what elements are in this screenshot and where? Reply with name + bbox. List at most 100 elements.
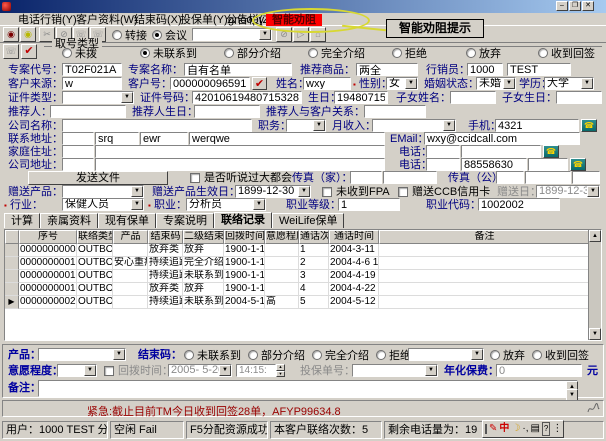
company-input[interactable] xyxy=(62,119,252,132)
referrer-input[interactable] xyxy=(50,105,126,118)
menu-item-gnoopy[interactable]: gnoopy xyxy=(224,14,268,26)
addr-field-3[interactable] xyxy=(189,132,385,145)
endcode-option-1[interactable]: 部分介绍 xyxy=(248,348,305,361)
endcode-option-4[interactable]: 放弃 xyxy=(490,348,525,361)
cancel-icon[interactable]: ⊘ xyxy=(276,27,292,42)
dial-option-0[interactable]: 未拨 xyxy=(62,46,97,59)
id-no-input[interactable] xyxy=(192,91,302,104)
office-phone-ext-input[interactable] xyxy=(528,158,568,171)
ime-cn-indicator[interactable]: 中 xyxy=(499,423,509,435)
column-header[interactable]: 通话时间 xyxy=(329,230,379,244)
gift-date-select[interactable]: 1899-12-30▼ xyxy=(235,185,311,198)
marriage-select[interactable]: 未婚▼ xyxy=(476,77,516,90)
addr-field-2[interactable] xyxy=(140,132,188,145)
tab-weilife[interactable]: WeiLife保单 xyxy=(272,213,344,228)
row-selector[interactable] xyxy=(5,270,19,283)
tab-contact-records[interactable]: 联络记录 xyxy=(214,212,272,228)
dial-option-2[interactable]: 部分介绍 xyxy=(224,46,281,59)
vertical-scrollbar[interactable]: ▲ ▼ xyxy=(588,230,601,340)
scroll-down-icon[interactable]: ▼ xyxy=(589,328,601,340)
product-input[interactable] xyxy=(356,63,418,76)
mobile-input[interactable] xyxy=(495,119,579,132)
dial-home-phone-icon[interactable]: ☎ xyxy=(543,145,559,158)
send-file-button[interactable]: 发送文件 xyxy=(28,171,168,185)
endcode-option-0[interactable]: 未联系到 xyxy=(184,348,241,361)
tab-calc[interactable]: 计算 xyxy=(4,213,40,228)
child-name-input[interactable] xyxy=(450,91,496,104)
column-header[interactable]: 备注 xyxy=(379,230,590,244)
premium-input[interactable] xyxy=(496,364,582,377)
column-header[interactable]: 通话次数 xyxy=(299,230,329,244)
remark-input[interactable] xyxy=(38,380,578,397)
column-header[interactable]: 产品 xyxy=(113,230,148,244)
column-header[interactable]: 回拨时间 xyxy=(224,230,265,244)
fax-office-input[interactable] xyxy=(525,171,571,184)
column-header[interactable]: 联络类型 xyxy=(77,230,113,244)
selected-row-arrow[interactable]: ▶ xyxy=(5,296,19,309)
fax-home-area-input[interactable] xyxy=(350,171,382,184)
dial-office-phone-icon[interactable]: ☎ xyxy=(570,158,586,171)
cust-no-input[interactable] xyxy=(170,77,250,90)
birth-input[interactable] xyxy=(334,91,388,104)
dial-option-5[interactable]: 放弃 xyxy=(466,46,501,59)
help-icon[interactable]: ? xyxy=(542,422,550,436)
column-header[interactable]: 二级结束码 xyxy=(183,230,224,244)
ime-logo-icon[interactable] xyxy=(485,424,487,434)
tab-project-desc[interactable]: 专案说明 xyxy=(156,213,214,228)
fax-office-ext-input[interactable] xyxy=(572,171,600,184)
endcode-option-3[interactable]: 拒绝 xyxy=(376,348,411,361)
pen-icon[interactable]: ✎ xyxy=(489,423,497,435)
row-selector[interactable] xyxy=(5,244,19,257)
grip-icon[interactable]: ⋮ xyxy=(552,423,562,435)
dial-option-1[interactable]: 未联系到 xyxy=(140,46,197,59)
home-addr-field-1[interactable] xyxy=(95,145,385,158)
table-row[interactable]: ▶00000000021OUTBOUND持续追踪未联系到2004-5-12 10… xyxy=(5,296,601,309)
office-phone-area-input[interactable] xyxy=(426,158,460,171)
dial-option-4[interactable]: 拒绝 xyxy=(392,46,427,59)
column-header[interactable]: 序号 xyxy=(19,230,77,244)
referrer-relation-input[interactable] xyxy=(364,105,426,118)
speaker-phone-icon[interactable]: ☏ xyxy=(3,44,19,59)
conference-select[interactable]: ▼ xyxy=(192,28,272,41)
verify-check-button[interactable]: ✔ xyxy=(252,77,267,90)
minimize-button[interactable]: – xyxy=(556,1,568,11)
row-selector[interactable] xyxy=(5,257,19,270)
table-row[interactable]: 00000000017OUTBOUND持续追踪未联系到1900-1-132004… xyxy=(5,270,601,283)
heard-checkbox[interactable] xyxy=(190,173,200,183)
addr-field-1[interactable] xyxy=(95,132,139,145)
callback-checkbox[interactable] xyxy=(104,366,114,376)
ccb-checkbox[interactable] xyxy=(398,187,408,197)
addr-field-0[interactable] xyxy=(62,132,94,145)
home-icon[interactable]: ⌂ xyxy=(310,27,326,42)
punctuation-icon[interactable]: ·, xyxy=(522,423,528,435)
name-input[interactable] xyxy=(303,77,351,90)
menu-item-alert[interactable]: 智能劝阻 xyxy=(266,14,322,26)
reject-reason-select[interactable]: ▼ xyxy=(408,348,484,361)
income-select[interactable]: ▼ xyxy=(372,119,456,132)
endcode-option-5[interactable]: 收到回签 xyxy=(532,348,589,361)
id-type-select[interactable]: ▼ xyxy=(62,91,134,104)
dial-option-3[interactable]: 完全介绍 xyxy=(308,46,365,59)
home-phone-input[interactable] xyxy=(461,145,541,158)
endcode-option-2[interactable]: 完全介绍 xyxy=(312,348,369,361)
menu-item-telemarketing[interactable]: 电话行销(Y) xyxy=(14,14,81,26)
occupation-select[interactable]: 分析员▼ xyxy=(186,198,266,211)
email-input[interactable] xyxy=(424,132,580,145)
office-addr-field-0[interactable] xyxy=(62,158,94,171)
tab-existing-policies[interactable]: 现有保单 xyxy=(98,213,156,228)
home-phone-area-input[interactable] xyxy=(426,145,460,158)
willing-select[interactable]: ▼ xyxy=(57,364,97,377)
confirm-check-button[interactable]: ✔ xyxy=(21,44,37,59)
edu-select[interactable]: 大学▼ xyxy=(544,77,594,90)
tab-relatives[interactable]: 亲属资料 xyxy=(40,213,98,228)
fpa-checkbox[interactable] xyxy=(322,187,332,197)
transfer-radio[interactable]: 转接 xyxy=(112,28,147,41)
agent-name-input[interactable] xyxy=(507,63,571,76)
row-selector[interactable] xyxy=(5,283,19,296)
table-row[interactable]: 00000000013OUTBOUND安心重疾持续追踪完全介绍1900-1-12… xyxy=(5,257,601,270)
fax-home-input[interactable] xyxy=(383,171,437,184)
title-select[interactable]: ▼ xyxy=(286,119,326,132)
dial-mobile-icon[interactable]: ☎ xyxy=(581,119,597,132)
dial-option-6[interactable]: 收到回签 xyxy=(538,46,595,59)
close-button[interactable]: ✕ xyxy=(582,1,594,11)
